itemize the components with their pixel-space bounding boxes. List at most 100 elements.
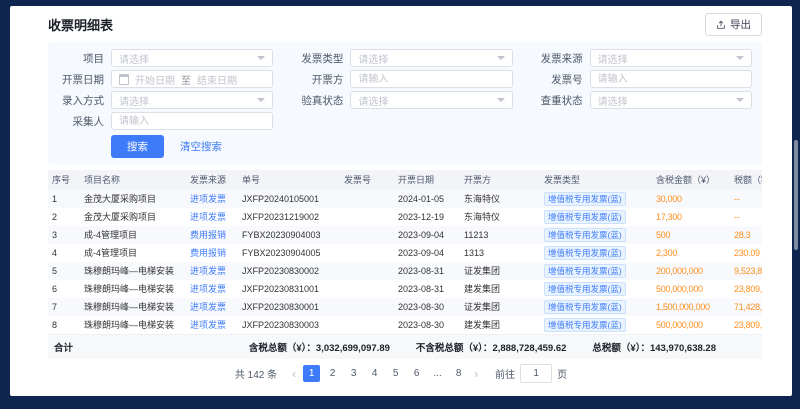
- cell-tax: 23,809,523.81: [730, 280, 762, 298]
- invoice-source-link[interactable]: 进项发票: [186, 298, 238, 316]
- table-row[interactable]: 7 珠穆朗玛峰—电梯安装 进项发票 JXFP20230830001 2023-0…: [48, 298, 762, 316]
- invoice-source-select[interactable]: 请选择: [590, 49, 752, 67]
- filter-field-issuer: 开票方: [289, 70, 512, 88]
- cell-tax: 230.09: [730, 244, 762, 262]
- filter-actions: 搜索 清空搜索: [50, 135, 752, 158]
- invoice-source-link[interactable]: 进项发票: [186, 262, 238, 280]
- cell-invoice-no: [340, 226, 394, 244]
- cell-issuer: 东海特仪: [460, 208, 540, 226]
- column-header: 序号: [48, 170, 80, 190]
- cell-tax: 9,523,809.52: [730, 262, 762, 280]
- cell-amount-incl-tax: 500,000,000: [652, 280, 730, 298]
- invoice-source-link[interactable]: 进项发票: [186, 316, 238, 334]
- table-row[interactable]: 1 金茂大厦采购项目 进项发票 JXFP20240105001 2024-01-…: [48, 190, 762, 208]
- entry-method-select[interactable]: 请选择: [111, 91, 273, 109]
- invoice-no-input[interactable]: [590, 70, 752, 88]
- table-row[interactable]: 3 成-4管理项目 费用报销 FYBX20230904003 2023-09-0…: [48, 226, 762, 244]
- issuer-label: 开票方: [289, 72, 343, 87]
- cell-invoice-date: 2023-12-19: [394, 208, 460, 226]
- project-select[interactable]: 请选择: [111, 49, 273, 67]
- filter-field-invoice-no: 发票号: [529, 70, 752, 88]
- search-button[interactable]: 搜索: [111, 135, 164, 158]
- start-date-placeholder: 开始日期: [135, 72, 175, 87]
- chevron-down-icon: [497, 98, 505, 106]
- verify-status-select[interactable]: 请选择: [350, 91, 512, 109]
- incl-tax-total: 含税总额（¥）：3,032,699,097.89: [249, 340, 390, 354]
- cell-order-no: JXFP20230830003: [238, 316, 340, 334]
- table-row[interactable]: 5 珠穆朗玛峰—电梯安装 进项发票 JXFP20230830002 2023-0…: [48, 262, 762, 280]
- issuer-input[interactable]: [350, 70, 512, 88]
- summary-bar: 合计 含税总额（¥）：3,032,699,097.89 不含税总额（¥）：2,8…: [48, 334, 762, 359]
- invoice-type-tag: 增值税专用发票(蓝): [544, 264, 626, 278]
- cell-invoice-type: 增值税专用发票(蓝): [540, 316, 652, 334]
- cell-invoice-no: [340, 244, 394, 262]
- cell-amount-incl-tax: 2,300: [652, 244, 730, 262]
- next-page-button[interactable]: ›: [471, 366, 481, 382]
- invoice-source-link[interactable]: 费用报销: [186, 226, 238, 244]
- cell-invoice-type: 增值税专用发票(蓝): [540, 280, 652, 298]
- filter-field-verify-status: 验真状态 请选择: [289, 91, 512, 109]
- invoice-source-link[interactable]: 费用报销: [186, 244, 238, 262]
- table-row[interactable]: 8 珠穆朗玛峰—电梯安装 进项发票 JXFP20230830003 2023-0…: [48, 316, 762, 334]
- project-placeholder: 请选择: [119, 51, 149, 66]
- column-header: 开票日期: [394, 170, 460, 190]
- cell-project-name: 成-4管理项目: [80, 244, 186, 262]
- total-count: 共 142 条: [235, 366, 277, 381]
- table-row[interactable]: 4 成-4管理项目 费用报销 FYBX20230904005 2023-09-0…: [48, 244, 762, 262]
- table-row[interactable]: 2 金茂大厦采购项目 进项发票 JXFP20231219002 2023-12-…: [48, 208, 762, 226]
- invoice-source-link[interactable]: 进项发票: [186, 280, 238, 298]
- cell-invoice-date: 2023-08-30: [394, 316, 460, 334]
- cell-invoice-no: [340, 298, 394, 316]
- page-button-6[interactable]: 6: [408, 365, 425, 382]
- window-scrollbar[interactable]: [794, 140, 798, 250]
- goto-prefix: 前往: [495, 366, 515, 381]
- chevron-down-icon: [736, 98, 744, 106]
- filter-field-invoice-type: 发票类型 请选择: [289, 49, 512, 67]
- page-button-2[interactable]: 2: [324, 365, 341, 382]
- column-header: 发票来源: [186, 170, 238, 190]
- cell-invoice-date: 2023-08-31: [394, 280, 460, 298]
- window-frame: 收票明细表 导出 项目 请选择: [0, 0, 800, 409]
- collector-label: 采集人: [50, 114, 104, 129]
- dup-status-select[interactable]: 请选择: [590, 91, 752, 109]
- page-button-8[interactable]: 8: [450, 365, 467, 382]
- invoice-type-select[interactable]: 请选择: [350, 49, 512, 67]
- collector-input[interactable]: [111, 112, 273, 130]
- cell-project-name: 珠穆朗玛峰—电梯安装: [80, 316, 186, 334]
- cell-index: 5: [48, 262, 80, 280]
- column-header: 开票方: [460, 170, 540, 190]
- filter-panel: 项目 请选择 发票类型 请选择 发票来源 请选择: [48, 42, 762, 165]
- export-label: 导出: [730, 17, 751, 32]
- invoice-date-range-picker[interactable]: 开始日期 至 结束日期: [111, 70, 273, 88]
- excl-tax-total: 不含税总额（¥）：2,888,728,459.62: [416, 340, 567, 354]
- invoice-source-link[interactable]: 进项发票: [186, 190, 238, 208]
- table-body: 1 金茂大厦采购项目 进项发票 JXFP20240105001 2024-01-…: [48, 190, 762, 334]
- cell-invoice-date: 2024-01-05: [394, 190, 460, 208]
- clear-search-button[interactable]: 清空搜索: [178, 135, 224, 158]
- cell-invoice-no: [340, 262, 394, 280]
- filter-field-invoice-source: 发票来源 请选择: [529, 49, 752, 67]
- end-date-placeholder: 结束日期: [197, 72, 237, 87]
- table-row[interactable]: 6 珠穆朗玛峰—电梯安装 进项发票 JXFP20230831001 2023-0…: [48, 280, 762, 298]
- cell-amount-incl-tax: 500: [652, 226, 730, 244]
- export-button[interactable]: 导出: [705, 13, 762, 36]
- cell-invoice-type: 增值税专用发票(蓝): [540, 262, 652, 280]
- invoice-date-label: 开票日期: [50, 72, 104, 87]
- page-button-4[interactable]: 4: [366, 365, 383, 382]
- pagination-bar: 共 142 条 ‹ 123456...8 › 前往 页: [10, 359, 792, 389]
- cell-invoice-no: [340, 208, 394, 226]
- prev-page-button[interactable]: ‹: [289, 366, 299, 382]
- page-button-1[interactable]: 1: [303, 365, 320, 382]
- page-button-5[interactable]: 5: [387, 365, 404, 382]
- cell-invoice-date: 2023-08-31: [394, 262, 460, 280]
- cell-project-name: 珠穆朗玛峰—电梯安装: [80, 262, 186, 280]
- entry-method-label: 录入方式: [50, 93, 104, 108]
- chevron-down-icon: [736, 56, 744, 64]
- invoice-source-link[interactable]: 进项发票: [186, 208, 238, 226]
- invoice-detail-page: 收票明细表 导出 项目 请选择: [10, 6, 792, 396]
- goto-page-input[interactable]: [520, 364, 552, 383]
- page-button-3[interactable]: 3: [345, 365, 362, 382]
- summary-totals: 含税总额（¥）：3,032,699,097.89 不含税总额（¥）：2,888,…: [249, 340, 756, 354]
- cell-project-name: 金茂大厦采购项目: [80, 190, 186, 208]
- cell-invoice-type: 增值税专用发票(蓝): [540, 190, 652, 208]
